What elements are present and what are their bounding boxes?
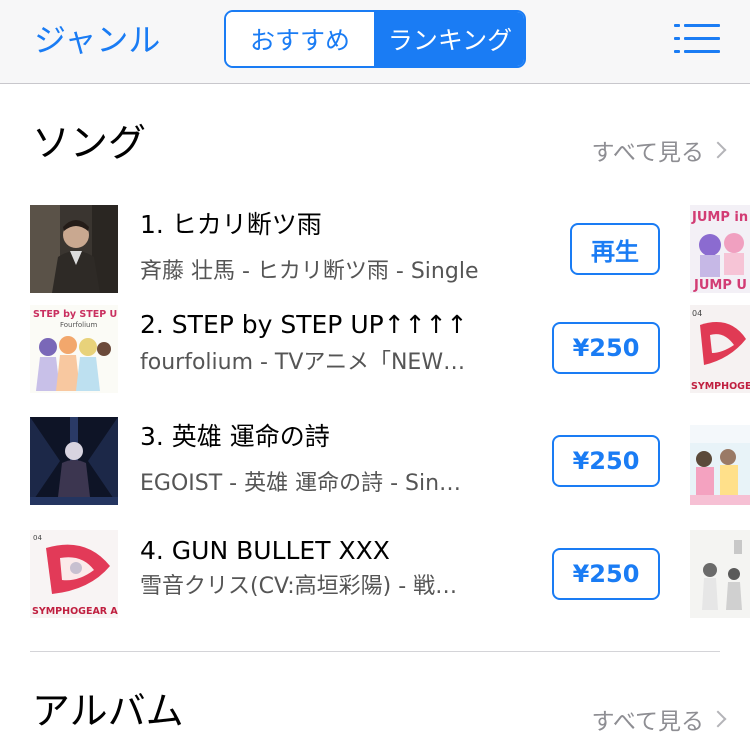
albums-section-title: アルバム [32, 689, 184, 733]
buy-price-button[interactable]: ¥250 [552, 322, 660, 374]
song-row[interactable]: 3. 英雄 運命の詩 EGOIST - 英雄 運命の詩 - Sin… ¥250 [0, 417, 750, 507]
song-subtitle: EGOIST - 英雄 運命の詩 - Sin… [140, 471, 462, 496]
peek-artwork [690, 530, 750, 618]
peek-jump-text: JUMP in [691, 210, 748, 225]
chevron-right-icon [709, 141, 727, 159]
song-row[interactable]: STEP by STEP UP Fourfolium 2. STEP by ST… [0, 305, 750, 395]
chevron-right-icon [709, 710, 727, 728]
genre-button[interactable]: ジャンル [34, 20, 160, 60]
list-menu-icon[interactable] [674, 24, 720, 54]
song-title: 4. GUN BULLET XXX [140, 536, 390, 565]
song-title: 1. ヒカリ断ツ雨 [140, 210, 322, 239]
album-artwork: 04 SYMPHOGEAR AXZ [30, 530, 118, 618]
peek-artwork [690, 425, 750, 505]
navigation-bar: ジャンル おすすめ ランキング [0, 0, 750, 84]
song-row[interactable]: 04 SYMPHOGEAR AXZ 4. GUN BULLET XXX 雪音クリ… [0, 530, 750, 620]
see-all-label: すべて見る [591, 140, 704, 166]
song-subtitle: fourfolium - TVアニメ「NEW… [140, 350, 466, 375]
peek-symphogear-text: SYMPHOGEAR AXZ [691, 381, 750, 392]
art-step-title: STEP by STEP UP [33, 309, 118, 320]
segment-recommended[interactable]: おすすめ [226, 12, 374, 66]
songs-section-title: ソング [32, 121, 147, 165]
peek-artwork: 04 SYMPHOGEAR AXZ [690, 305, 750, 393]
peek-jump2-text: JUMP U [693, 278, 747, 293]
song-subtitle: 斉藤 壮馬 - ヒカリ断ツ雨 - Single [140, 259, 479, 284]
segment-ranking[interactable]: ランキング [374, 12, 524, 66]
song-subtitle: 雪音クリス(CV:高垣彩陽) - 戦… [140, 574, 458, 599]
songs-see-all-link[interactable]: すべて見る [591, 133, 727, 167]
peek-num-text: 04 [692, 309, 702, 318]
art-symphogear-text: SYMPHOGEAR AXZ [32, 606, 118, 617]
album-artwork: STEP by STEP UP Fourfolium [30, 305, 118, 393]
segmented-control: おすすめ ランキング [224, 10, 526, 68]
section-divider [30, 651, 720, 652]
art-step-artist: Fourfolium [60, 321, 97, 329]
song-title: 2. STEP by STEP UP↑↑↑↑ [140, 310, 468, 339]
song-row[interactable]: 1. ヒカリ断ツ雨 斉藤 壮馬 - ヒカリ断ツ雨 - Single 再生 JUM… [0, 205, 750, 295]
albums-see-all-link[interactable]: すべて見る [591, 702, 727, 736]
song-title: 3. 英雄 運命の詩 [140, 422, 330, 451]
peek-artwork: JUMP in JUMP U [690, 205, 750, 293]
album-artwork [30, 205, 118, 293]
see-all-label: すべて見る [591, 709, 704, 735]
play-button[interactable]: 再生 [570, 223, 660, 275]
buy-price-button[interactable]: ¥250 [552, 548, 660, 600]
buy-price-button[interactable]: ¥250 [552, 435, 660, 487]
album-artwork [30, 417, 118, 505]
art-num-text: 04 [33, 534, 42, 542]
